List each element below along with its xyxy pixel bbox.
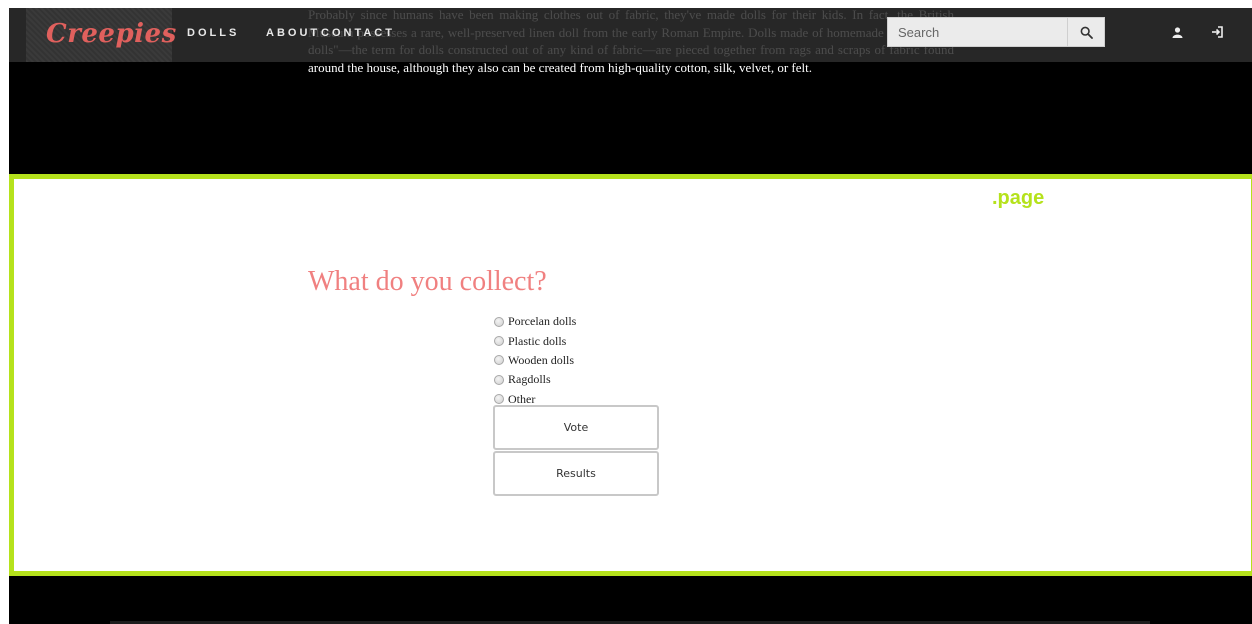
user-button[interactable]: [1168, 22, 1186, 42]
radio-button[interactable]: [494, 374, 504, 385]
search-icon: [1080, 26, 1093, 39]
results-button[interactable]: Results: [493, 451, 659, 496]
radio-button[interactable]: [494, 394, 504, 405]
option-label: Wooden dolls: [508, 352, 575, 367]
poll-option[interactable]: Porcelan dolls: [493, 312, 576, 331]
vote-button[interactable]: Vote: [493, 405, 659, 450]
radio-button[interactable]: [494, 316, 504, 327]
user-icon: [1172, 26, 1182, 38]
poll-options: Porcelan dolls Plastic dolls Wooden doll…: [493, 312, 576, 409]
option-label: Porcelan dolls: [508, 314, 577, 329]
nav-link-dolls[interactable]: DOLLS: [187, 27, 239, 39]
page-panel: .page What do you collect? Porcelan doll…: [9, 174, 1252, 576]
page-label: .page: [992, 187, 1045, 209]
poll-title: What do you collect?: [308, 266, 547, 297]
poll-option[interactable]: Plastic dolls: [493, 331, 576, 350]
sign-in-icon: [1211, 26, 1223, 38]
option-label: Ragdolls: [508, 372, 551, 387]
nav-link-contact[interactable]: CONTACT: [321, 27, 395, 39]
sign-in-button[interactable]: [1208, 22, 1226, 42]
search-button[interactable]: [1067, 17, 1105, 47]
option-label: Plastic dolls: [508, 333, 567, 348]
search-input[interactable]: [887, 17, 1068, 47]
poll-option[interactable]: Ragdolls: [493, 370, 576, 389]
logo[interactable]: Creepies: [46, 14, 177, 54]
radio-button[interactable]: [494, 355, 504, 366]
poll-option[interactable]: Wooden dolls: [493, 351, 576, 370]
nav-link-about[interactable]: ABOUT: [266, 27, 320, 39]
radio-button[interactable]: [494, 336, 504, 347]
